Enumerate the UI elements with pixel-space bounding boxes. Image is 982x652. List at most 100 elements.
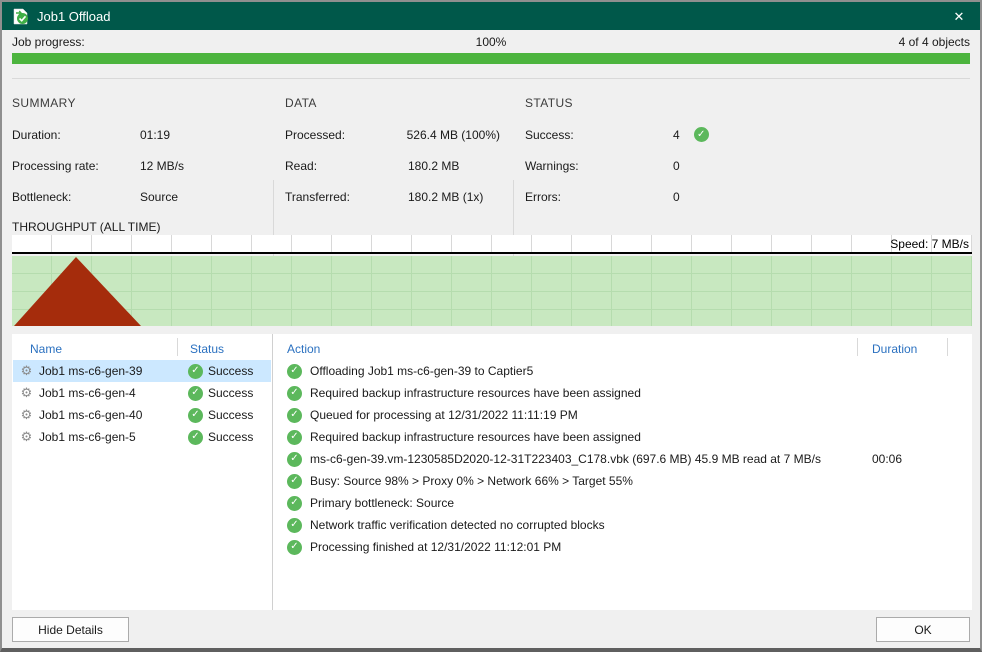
- log-text: Required backup infrastructure resources…: [310, 430, 641, 444]
- log-item[interactable]: ✓ Processing finished at 12/31/2022 11:1…: [287, 536, 970, 558]
- table-row[interactable]: ⚙ Job1 ms-c6-gen-5 ✓ Success: [13, 426, 271, 448]
- vm-list: ⚙ Job1 ms-c6-gen-39 ✓ Success ⚙ Job1 ms-c…: [13, 360, 271, 448]
- column-header-action[interactable]: Action: [287, 342, 320, 356]
- log-item[interactable]: ✓ Required backup infrastructure resourc…: [287, 382, 970, 404]
- titlebar: Job1 Offload ✕: [2, 2, 980, 30]
- log-item[interactable]: ✓ Offloading Job1 ms-c6-gen-39 to Captie…: [287, 360, 970, 382]
- throughput-chart: Speed: 7 MB/s: [12, 235, 972, 326]
- throughput-heading: THROUGHPUT (ALL TIME): [12, 220, 161, 234]
- stat-label: Transferred:: [285, 189, 350, 204]
- log-text: Busy: Source 98% > Proxy 0% > Network 66…: [310, 474, 633, 488]
- column-divider: [177, 338, 178, 356]
- log-duration: 00:06: [872, 452, 903, 466]
- log-text: Network traffic verification detected no…: [310, 518, 605, 532]
- check-icon: ✓: [287, 451, 302, 467]
- stat-value: Source: [140, 189, 179, 204]
- column-header-status[interactable]: Status: [190, 342, 224, 356]
- log-item[interactable]: ✓ Primary bottleneck: Source: [287, 492, 970, 514]
- check-icon: ✓: [287, 517, 302, 533]
- log-item[interactable]: ✓ Network traffic verification detected …: [287, 514, 970, 536]
- vm-name: Job1 ms-c6-gen-39: [39, 364, 143, 378]
- log-item[interactable]: ✓ Queued for processing at 12/31/2022 11…: [287, 404, 970, 426]
- log-item[interactable]: ✓ Busy: Source 98% > Proxy 0% > Network …: [287, 470, 970, 492]
- vm-status: ✓ Success: [188, 385, 271, 401]
- window-title: Job1 Offload: [37, 8, 111, 24]
- column-divider: [947, 338, 948, 356]
- status-text: Success: [208, 364, 254, 378]
- data-section: DATA Processed: 526.4 MB (100%) Read: 18…: [285, 90, 500, 204]
- separator: [12, 78, 970, 79]
- stat-label: Success:: [525, 127, 574, 142]
- status-text: Success: [208, 408, 254, 422]
- column-header-name[interactable]: Name: [30, 342, 62, 356]
- success-badge-icon: ✓: [693, 127, 709, 142]
- vm-name: Job1 ms-c6-gen-5: [39, 430, 136, 444]
- table-row[interactable]: ⚙ Job1 ms-c6-gen-39 ✓ Success: [13, 360, 271, 382]
- progress-bar-fill: [12, 53, 970, 64]
- data-processed-row: Processed: 526.4 MB (100%): [285, 127, 500, 142]
- table-row[interactable]: ⚙ Job1 ms-c6-gen-4 ✓ Success: [13, 382, 271, 404]
- status-errors-row: Errors: 0: [525, 189, 745, 204]
- stat-label: Duration:: [12, 127, 61, 142]
- chart-plot-area: [12, 256, 972, 326]
- status-heading: STATUS: [525, 96, 573, 110]
- ok-button[interactable]: OK: [876, 617, 970, 642]
- log-text: Offloading Job1 ms-c6-gen-39 to Captier5: [310, 364, 534, 378]
- stat-value: 01:19: [140, 127, 171, 142]
- success-badge-icon: ✓: [188, 363, 203, 379]
- status-section: STATUS Success: 4 ✓ Warnings: 0 Errors: …: [525, 90, 745, 204]
- stat-value: 180.2 MB: [408, 158, 460, 173]
- summary-heading: SUMMARY: [12, 96, 76, 110]
- stat-value: 0: [673, 189, 680, 204]
- vm-name: Job1 ms-c6-gen-40: [39, 408, 143, 422]
- stat-value: 12 MB/s: [140, 158, 185, 173]
- log-text: ms-c6-gen-39.vm-1230585D2020-12-31T22340…: [310, 452, 821, 466]
- details-panels: Name Status Action Duration ⚙ Job1 ms-c6…: [12, 334, 972, 612]
- status-warnings-row: Warnings: 0: [525, 158, 745, 173]
- stat-value: 0: [673, 158, 680, 173]
- success-badge-icon: ✓: [188, 385, 203, 401]
- log-text: Primary bottleneck: Source: [310, 496, 455, 510]
- panel-divider: [272, 334, 273, 612]
- chart-speed-label: Speed: 7 MB/s: [890, 237, 969, 251]
- gear-icon: ⚙: [20, 407, 33, 422]
- check-icon: ✓: [287, 363, 302, 379]
- stat-value: 526.4 MB (100%): [406, 127, 500, 142]
- gear-icon: ⚙: [20, 363, 33, 378]
- stat-label: Bottleneck:: [12, 189, 72, 204]
- summary-duration-row: Duration: 01:19: [12, 127, 262, 142]
- check-icon: ✓: [287, 495, 302, 511]
- close-icon[interactable]: ✕: [948, 10, 970, 23]
- stat-label: Processed:: [285, 127, 346, 142]
- summary-rate-row: Processing rate: 12 MB/s: [12, 158, 262, 173]
- throughput-spike: [14, 257, 141, 326]
- check-icon: ✓: [287, 473, 302, 489]
- check-icon: ✓: [287, 407, 302, 423]
- stat-label: Processing rate:: [12, 158, 99, 173]
- stat-value: 180.2 MB (1x): [408, 189, 484, 204]
- table-row[interactable]: ⚙ Job1 ms-c6-gen-40 ✓ Success: [13, 404, 271, 426]
- footer-bar: Hide Details OK: [2, 610, 980, 648]
- vm-status: ✓ Success: [188, 429, 271, 445]
- hide-details-button[interactable]: Hide Details: [12, 617, 129, 642]
- check-icon: ✓: [287, 539, 302, 555]
- stats-area: SUMMARY Duration: 01:19 Processing rate:…: [2, 90, 980, 298]
- log-item[interactable]: ✓ Required backup infrastructure resourc…: [287, 426, 970, 448]
- action-log: ✓ Offloading Job1 ms-c6-gen-39 to Captie…: [287, 360, 970, 558]
- vm-name: Job1 ms-c6-gen-4: [39, 386, 136, 400]
- success-badge-icon: ✓: [188, 407, 203, 423]
- progress-row: Job progress: 100% 4 of 4 objects: [12, 35, 970, 51]
- vm-status: ✓ Success: [188, 407, 271, 423]
- success-badge-icon: ✓: [188, 429, 203, 445]
- progress-objects: 4 of 4 objects: [898, 35, 970, 49]
- vm-status: ✓ Success: [188, 363, 271, 379]
- check-icon: ✓: [287, 429, 302, 445]
- stat-label: Warnings:: [525, 158, 579, 173]
- job-window-icon: [13, 8, 28, 24]
- log-item[interactable]: ✓ ms-c6-gen-39.vm-1230585D2020-12-31T223…: [287, 448, 970, 470]
- column-header-duration[interactable]: Duration: [872, 342, 917, 356]
- job-dialog-window: Job1 Offload ✕ Job progress: 100% 4 of 4…: [0, 0, 982, 652]
- gear-icon: ⚙: [20, 385, 33, 400]
- status-success-row: Success: 4 ✓: [525, 127, 745, 142]
- summary-section: SUMMARY Duration: 01:19 Processing rate:…: [12, 90, 262, 204]
